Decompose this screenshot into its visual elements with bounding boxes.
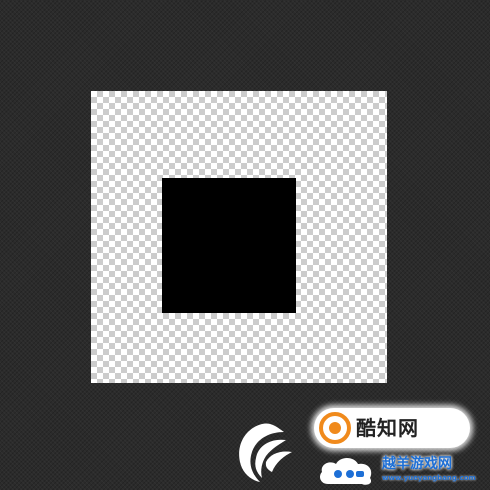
black-square-shape[interactable] [162,178,296,313]
site-watermark: 越羊游戏网 www.yueyangbang.com [316,448,490,490]
orange-circle-icon [318,412,352,444]
site-title: 越羊游戏网 [382,456,452,472]
site-url: www.yueyangbang.com [382,474,476,482]
photoshop-workspace: 酷知网 越羊游戏网 www.yueyangbang.com [0,0,490,490]
kuzhi-badge: 酷知网 [314,408,470,448]
swirl-leaf-icon [232,418,300,484]
badge-text: 酷知网 [356,416,419,440]
transparent-canvas[interactable] [91,91,387,383]
blue-cloud-icon [316,454,376,486]
